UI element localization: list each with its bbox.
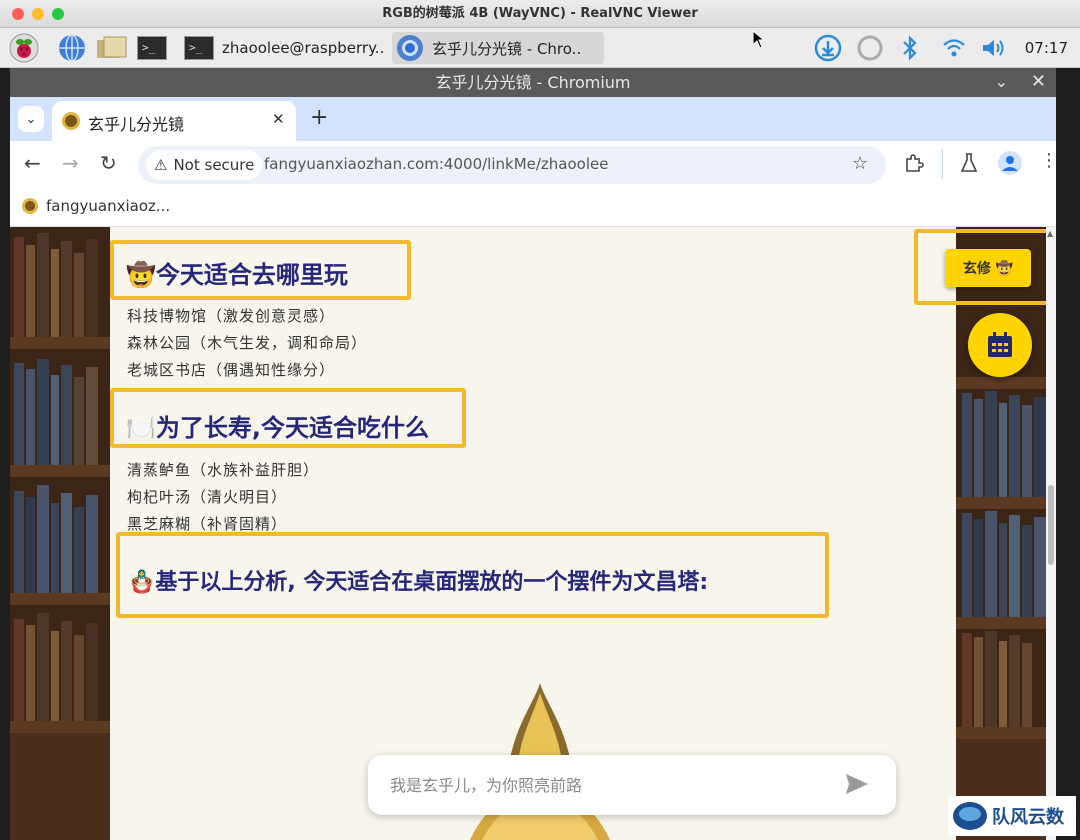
url-text[interactable]: fangyuanxiaozhan.com:4000/linkMe/zhaoole… xyxy=(264,155,608,173)
page-content: 🤠今天适合去哪里玩 科技博物馆（激发创意灵感） 森林公园（木气生发，调和命局） … xyxy=(110,227,956,840)
bluetooth-icon[interactable] xyxy=(896,34,924,62)
bookmark-star-icon[interactable]: ☆ xyxy=(852,153,868,174)
taskbar-clock: 07:17 xyxy=(1024,39,1068,57)
tab-close-icon[interactable]: ✕ xyxy=(272,110,285,128)
browser-toolbar: ← → ↻ ⚠ Not secure fangyuanxiaozhan.com:… xyxy=(10,141,1058,189)
labs-flask-icon[interactable] xyxy=(960,153,978,177)
chromium-title-bar: 玄乎儿分光镜 - Chromium ⌄ ✕ xyxy=(10,68,1056,97)
mac-title-bar: RGB的树莓派 4B (WayVNC) - RealVNC Viewer xyxy=(0,0,1080,28)
toolbar-divider xyxy=(942,149,943,179)
nesting-doll-emoji-icon: 🪆 xyxy=(128,570,156,595)
calendar-icon xyxy=(988,332,1012,357)
watermark-text: 队风云数 xyxy=(992,807,1064,828)
page-viewport: 🤠今天适合去哪里玩 科技博物馆（激发创意灵感） 森林公园（木气生发，调和命局） … xyxy=(10,227,1056,840)
forward-arrow-icon[interactable]: → xyxy=(62,151,79,175)
send-icon[interactable] xyxy=(844,772,870,800)
pi-taskbar: >_ >_ zhaoolee@raspberry.. 玄乎儿分光镜 - Chro… xyxy=(0,28,1080,68)
reload-icon[interactable]: ↻ xyxy=(100,151,117,175)
section1-title: 今天适合去哪里玩 xyxy=(155,261,348,289)
wifi-icon[interactable] xyxy=(940,34,968,62)
tab-active[interactable]: 玄乎儿分光镜 ✕ xyxy=(52,101,296,141)
updater-sync-icon[interactable] xyxy=(856,34,884,62)
back-arrow-icon[interactable]: ← xyxy=(24,151,41,175)
security-chip[interactable]: ⚠ Not secure xyxy=(146,150,263,180)
cowboy-emoji-icon: 🤠 xyxy=(126,261,156,289)
omnibox[interactable]: ⚠ Not secure fangyuanxiaozhan.com:4000/l… xyxy=(138,146,886,184)
new-tab-plus-icon[interactable]: + xyxy=(310,105,328,130)
scroll-up-icon[interactable]: ▲ xyxy=(1047,229,1053,238)
chromium-task-icon xyxy=(397,35,423,61)
download-icon[interactable] xyxy=(814,34,842,62)
terminal-task-icon: >_ xyxy=(184,36,214,60)
profile-avatar-icon[interactable] xyxy=(998,151,1022,175)
list-item: 老城区书店（偶遇知性缘分） xyxy=(127,361,336,379)
section2-title: 为了长寿,今天适合吃什么 xyxy=(155,414,430,442)
list-item: 枸杞叶汤（清火明目） xyxy=(127,488,288,506)
xuanxiu-button[interactable]: 玄修 🤠 xyxy=(945,249,1031,287)
plate-emoji-icon: 🍽️ xyxy=(126,414,156,442)
bookmarks-bar: fangyuanxiaoz... xyxy=(10,189,1056,227)
web-browser-globe-icon[interactable] xyxy=(56,32,88,64)
tab-strip: ⌄ 玄乎儿分光镜 ✕ + xyxy=(10,97,1056,141)
chromium-window-title: 玄乎儿分光镜 - Chromium xyxy=(435,73,631,92)
list-item: 森林公园（木气生发，调和命局） xyxy=(127,334,368,352)
window-menu-chevron-icon[interactable]: ⌄ xyxy=(995,72,1008,91)
mouse-cursor-icon xyxy=(752,30,766,49)
chat-input-box xyxy=(368,755,896,815)
extensions-puzzle-icon[interactable] xyxy=(904,153,924,173)
calendar-button[interactable] xyxy=(968,313,1032,377)
page-scrollbar[interactable]: ▲ xyxy=(1046,227,1056,840)
section3-title: 基于以上分析, 今天适合在桌面摆放的一个摆件为文昌塔: xyxy=(155,570,709,595)
warning-triangle-icon: ⚠ xyxy=(154,156,168,174)
bookshelf-left-background xyxy=(10,227,110,840)
cloud-logo-icon xyxy=(953,802,987,830)
bookmark-label: fangyuanxiaoz... xyxy=(46,197,171,215)
bookmark-favicon-icon xyxy=(22,198,38,214)
file-manager-folder-icon[interactable] xyxy=(96,32,128,64)
site-favicon-icon xyxy=(62,112,80,130)
taskbar-task-chromium[interactable]: 玄乎儿分光镜 - Chro.. xyxy=(392,32,604,64)
task-label-chromium: 玄乎儿分光镜 - Chro.. xyxy=(432,39,582,58)
section3-heading: 🪆基于以上分析, 今天适合在桌面摆放的一个摆件为文昌塔: xyxy=(128,564,708,596)
scrollbar-thumb[interactable] xyxy=(1048,485,1054,565)
watermark-logo: 队风云数 xyxy=(948,796,1076,836)
close-browser-icon[interactable]: ✕ xyxy=(1031,71,1046,92)
task-label-terminal: zhaoolee@raspberry.. xyxy=(222,39,385,57)
terminal-icon[interactable]: >_ xyxy=(136,32,168,64)
list-item: 黑芝麻糊（补肾固精） xyxy=(127,515,288,533)
kebab-menu-icon[interactable]: ⋮ xyxy=(1040,150,1058,171)
taskbar-task-terminal[interactable]: >_ zhaoolee@raspberry.. xyxy=(184,32,390,64)
tab-title: 玄乎儿分光镜 xyxy=(88,115,185,134)
list-item: 科技博物馆（激发创意灵感） xyxy=(127,307,336,325)
tab-search-chevron-icon[interactable]: ⌄ xyxy=(18,106,44,132)
list-item: 清蒸鲈鱼（水族补益肝胆） xyxy=(127,461,320,479)
bookmark-item[interactable]: fangyuanxiaoz... xyxy=(22,197,170,215)
security-label: Not secure xyxy=(173,156,255,174)
chat-input[interactable] xyxy=(390,755,830,815)
volume-icon[interactable] xyxy=(980,34,1008,62)
mac-window-title: RGB的树莓派 4B (WayVNC) - RealVNC Viewer xyxy=(382,6,698,21)
raspberry-menu-icon[interactable] xyxy=(8,32,40,64)
section1-heading: 🤠今天适合去哪里玩 xyxy=(126,255,348,290)
section2-heading: 🍽️为了长寿,今天适合吃什么 xyxy=(126,408,429,443)
